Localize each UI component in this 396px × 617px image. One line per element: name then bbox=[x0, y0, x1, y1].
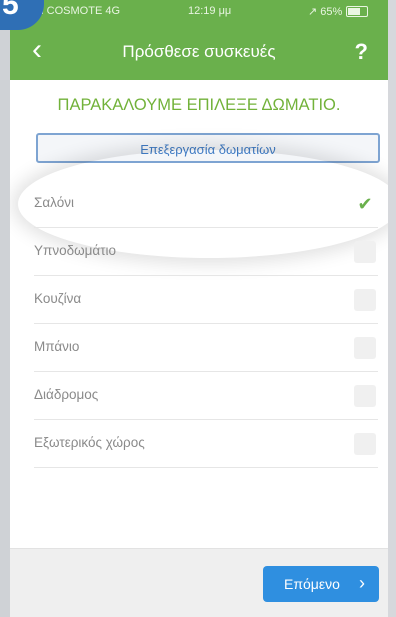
next-button[interactable]: Επόμενο › bbox=[263, 566, 379, 602]
room-label: Εξωτερικός χώρος bbox=[34, 435, 145, 450]
phone-screen: ıııl COSMOTE 4G 12:19 μμ ↗ 65% ‹ Πρόσθεσ… bbox=[10, 0, 388, 617]
room-item-bedroom[interactable]: Υπνοδωμάτιο bbox=[34, 228, 378, 276]
navigation-bar: ‹ Πρόσθεσε συσκευές ? bbox=[10, 22, 388, 80]
battery-percent: ↗ 65% bbox=[308, 6, 343, 18]
checkbox[interactable] bbox=[354, 241, 376, 263]
room-list: Σαλόνι ✔ Υπνοδωμάτιο Κουζίνα Μπάνιο Διάδ… bbox=[10, 180, 388, 468]
carrier-label: ıııl COSMOTE 4G bbox=[32, 5, 121, 17]
edit-rooms-button[interactable]: Επεξεργασία δωματίων bbox=[36, 133, 380, 163]
checkbox[interactable] bbox=[354, 337, 376, 359]
help-button[interactable]: ? bbox=[355, 39, 368, 65]
room-item-bathroom[interactable]: Μπάνιο bbox=[34, 324, 378, 372]
room-label: Σαλόνι bbox=[34, 195, 74, 210]
room-label: Κουζίνα bbox=[34, 291, 82, 306]
room-label: Μπάνιο bbox=[34, 339, 80, 354]
checkbox[interactable] bbox=[354, 289, 376, 311]
checkbox[interactable] bbox=[354, 385, 376, 407]
device-frame-right bbox=[388, 0, 396, 617]
status-bar: ıııl COSMOTE 4G 12:19 μμ ↗ 65% bbox=[10, 0, 388, 22]
checkbox[interactable] bbox=[354, 433, 376, 455]
next-button-label: Επόμενο bbox=[284, 576, 340, 592]
select-room-prompt: ΠΑΡΑΚΑΛΟΥΜΕ ΕΠΙΛΕΞΕ ΔΩΜΑΤΙΟ. bbox=[57, 96, 341, 114]
room-item-kitchen[interactable]: Κουζίνα bbox=[34, 276, 378, 324]
page-title: Πρόσθεσε συσκευές bbox=[122, 42, 276, 61]
room-item-outdoor[interactable]: Εξωτερικός χώρος bbox=[34, 420, 378, 468]
battery-icon bbox=[346, 6, 368, 17]
room-label: Διάδρομος bbox=[34, 387, 99, 402]
footer-bar: Επόμενο › bbox=[10, 548, 388, 617]
device-frame-left bbox=[0, 0, 10, 617]
room-item-hallway[interactable]: Διάδρομος bbox=[34, 372, 378, 420]
clock: 12:19 μμ bbox=[188, 5, 232, 17]
checkmark-icon[interactable]: ✔ bbox=[354, 193, 376, 215]
chevron-right-icon: › bbox=[359, 573, 365, 593]
room-label: Υπνοδωμάτιο bbox=[34, 243, 117, 258]
room-item-living-room[interactable]: Σαλόνι ✔ bbox=[34, 180, 378, 228]
